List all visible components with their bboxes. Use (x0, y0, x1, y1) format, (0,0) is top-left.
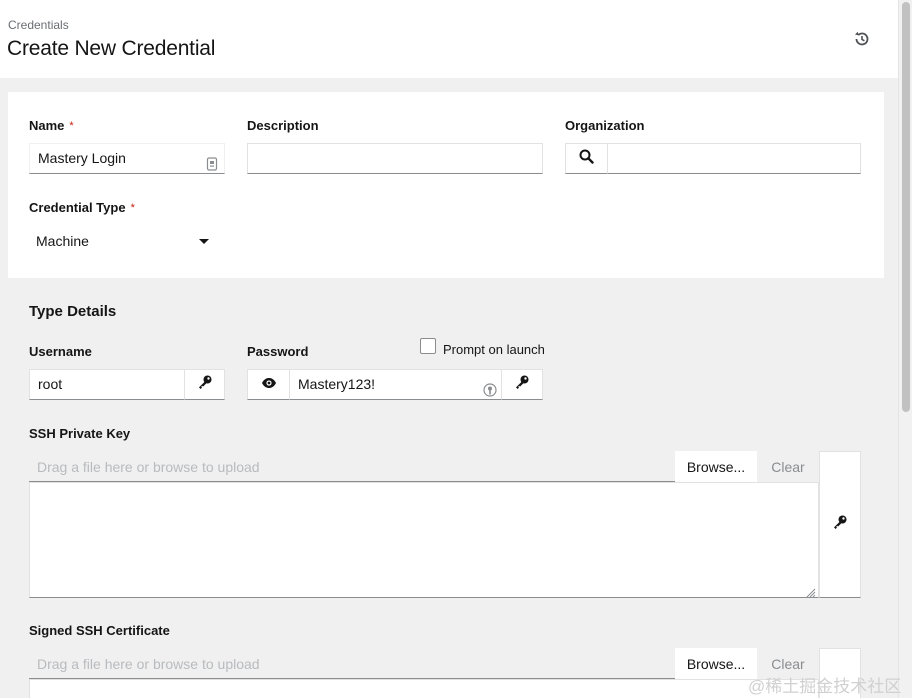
ssh-private-key-clear-button[interactable]: Clear (757, 451, 819, 482)
key-icon (832, 514, 848, 535)
name-input[interactable]: Mastery Login (29, 143, 225, 174)
username-label: Username (29, 344, 92, 359)
show-password-button[interactable] (247, 369, 290, 400)
search-icon (579, 149, 594, 169)
name-label: Name * (29, 118, 74, 133)
signed-ssh-certificate-browse-button[interactable]: Browse... (675, 648, 757, 679)
history-icon[interactable] (853, 30, 871, 48)
page-header: Credentials Create New Credential (0, 0, 898, 78)
password-label: Password (247, 344, 309, 359)
organization-input[interactable] (607, 143, 861, 174)
credential-type-label: Credential Type * (29, 200, 135, 215)
ssh-private-key-browse-button[interactable]: Browse... (675, 451, 757, 482)
organization-lookup-button[interactable] (565, 143, 608, 174)
breadcrumb[interactable]: Credentials (8, 18, 69, 32)
signed-ssh-certificate-label: Signed SSH Certificate (29, 623, 170, 638)
ssh-private-key-lookup-button[interactable] (819, 451, 861, 598)
prompt-on-launch-label[interactable]: Prompt on launch (443, 342, 545, 357)
signed-ssh-certificate-filename[interactable]: Drag a file here or browse to upload (29, 648, 675, 679)
username-input-value: root (38, 376, 63, 392)
page-scrollbar[interactable] (898, 0, 912, 698)
ssh-private-key-textarea[interactable] (29, 482, 819, 598)
ssh-private-key-filename[interactable]: Drag a file here or browse to upload (29, 451, 675, 482)
page-title: Create New Credential (7, 37, 216, 60)
signed-ssh-certificate-placeholder: Drag a file here or browse to upload (37, 656, 260, 672)
required-indicator: * (69, 120, 74, 132)
required-indicator: * (130, 202, 135, 214)
username-input[interactable]: root (29, 369, 185, 400)
caret-down-icon (199, 239, 209, 244)
username-key-button[interactable] (184, 369, 225, 400)
type-details-title: Type Details (29, 303, 117, 320)
description-input[interactable] (247, 143, 543, 174)
key-icon (197, 374, 213, 395)
resize-grip-icon[interactable] (806, 585, 816, 598)
prompt-on-launch-checkbox[interactable] (420, 338, 436, 354)
signed-ssh-certificate-textarea[interactable] (29, 679, 819, 698)
key-icon (514, 374, 530, 395)
eye-icon (261, 376, 277, 394)
password-manager-icon[interactable] (206, 152, 218, 181)
scrollbar-thumb[interactable] (902, 2, 910, 412)
password-key-button[interactable] (501, 369, 543, 400)
password-input[interactable]: Mastery123! (289, 369, 502, 400)
password-input-value: Mastery123! (298, 376, 376, 392)
description-label: Description (247, 118, 319, 133)
organization-label: Organization (565, 118, 645, 133)
watermark: @稀土掘金技术社区 (748, 677, 902, 696)
ssh-private-key-label: SSH Private Key (29, 426, 131, 441)
credential-type-value: Machine (36, 233, 89, 249)
name-input-value: Mastery Login (38, 150, 126, 166)
password-reveal-icon[interactable] (483, 378, 497, 407)
ssh-private-key-placeholder: Drag a file here or browse to upload (37, 459, 260, 475)
credential-type-select[interactable]: Machine (29, 226, 219, 256)
